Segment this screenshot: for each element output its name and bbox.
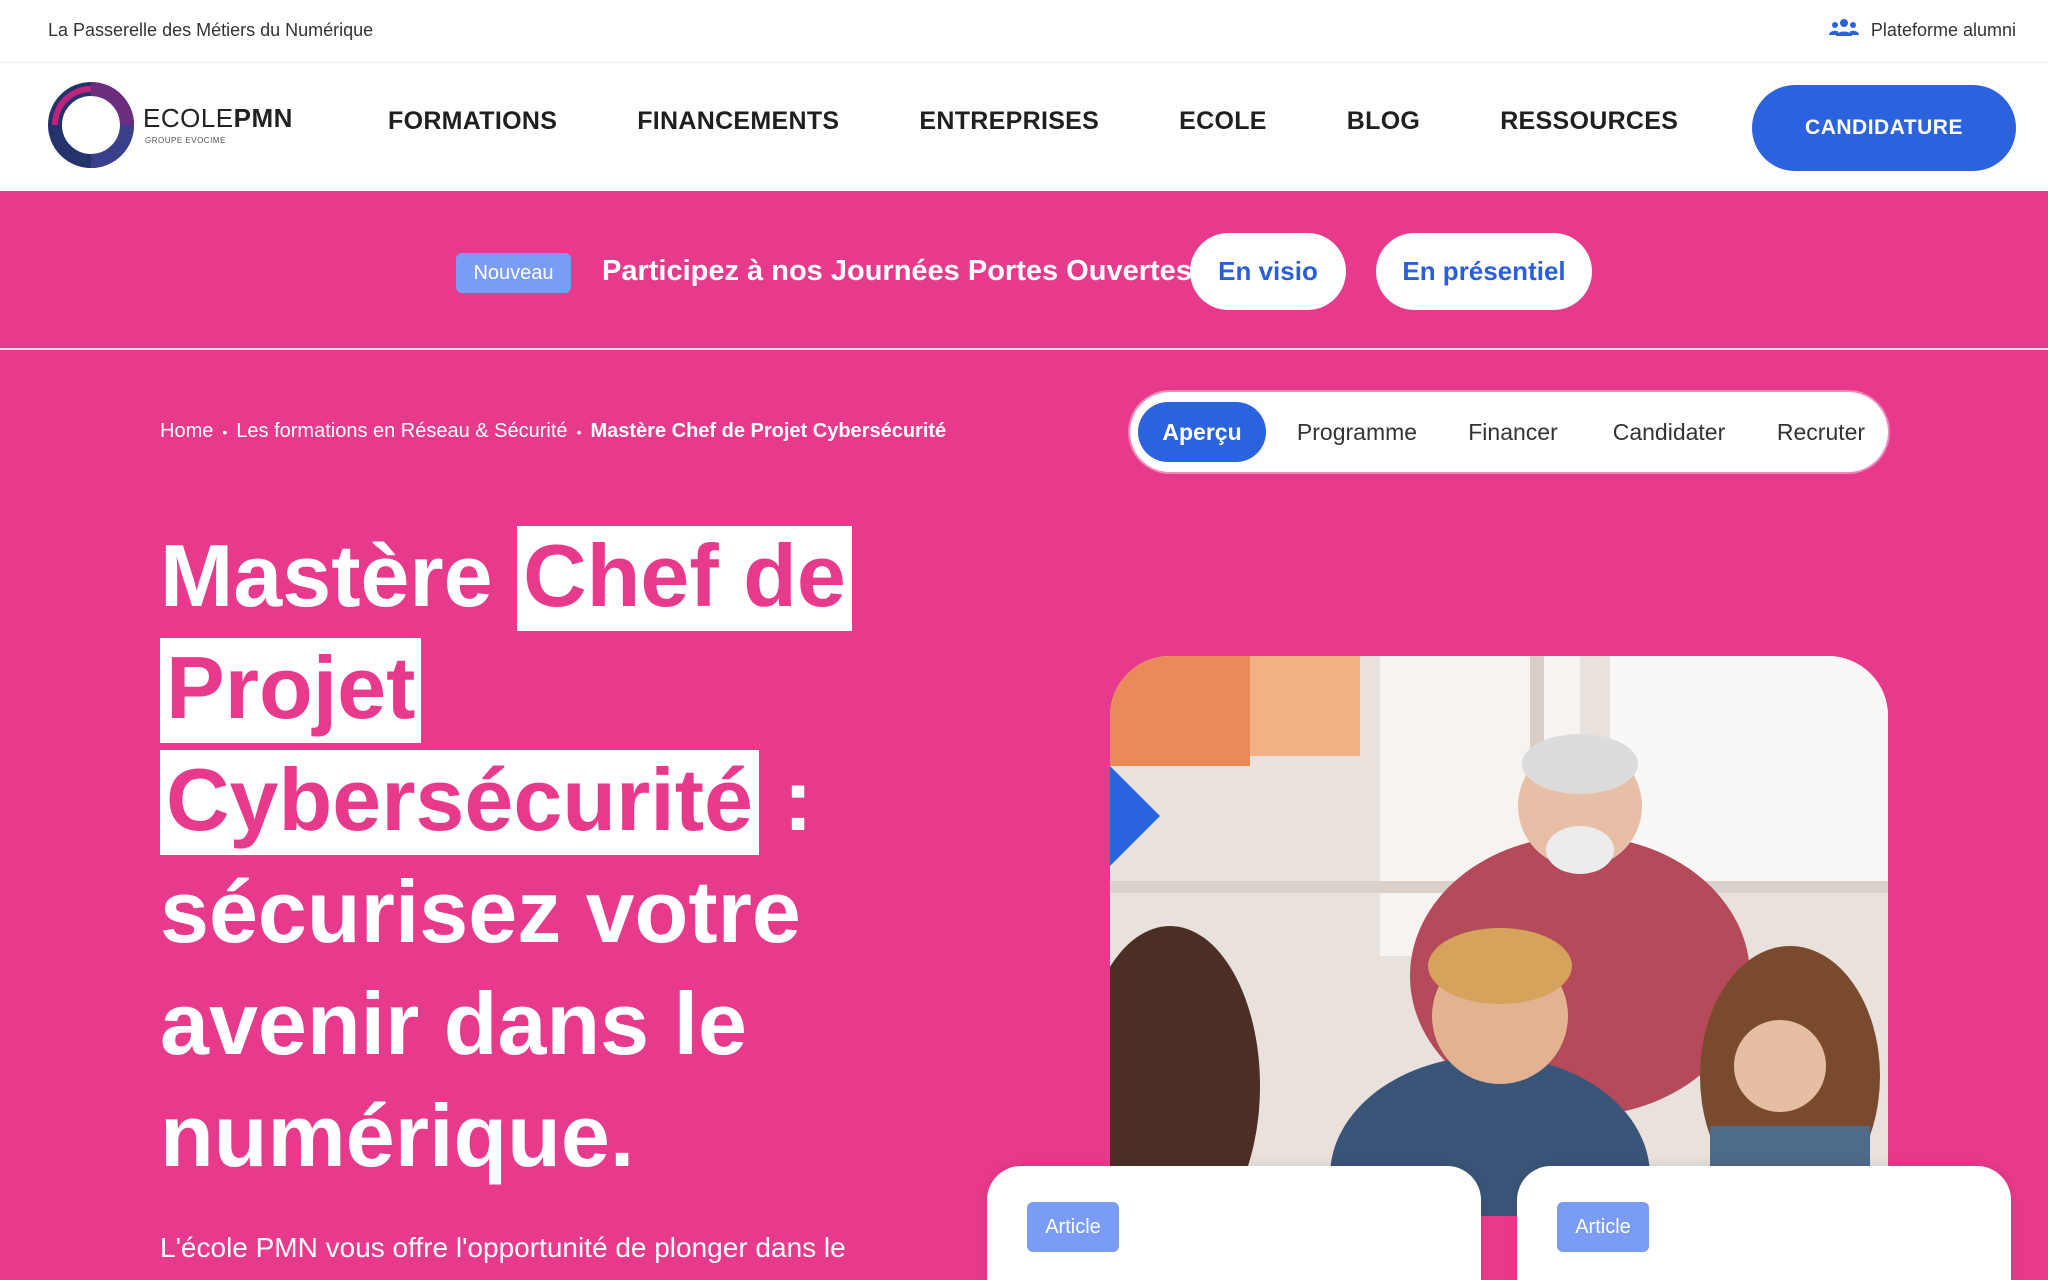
hero-description: L'école PMN vous offre l'opportunité de … <box>160 1232 846 1263</box>
nav-formations[interactable]: FORMATIONS <box>388 107 557 136</box>
breadcrumb-home[interactable]: Home <box>160 420 213 443</box>
breadcrumb: Home • Les formations en Réseau & Sécuri… <box>160 420 946 443</box>
main-header: ECOLEPMN GROUPE EVOCIME FORMATIONS FINAN… <box>0 63 2048 191</box>
nav-blog[interactable]: BLOG <box>1347 107 1420 136</box>
alumni-link[interactable]: Plateforme alumni <box>1828 18 2016 43</box>
presentiel-button[interactable]: En présentiel <box>1376 233 1592 310</box>
article-tag: Article <box>1027 1202 1119 1252</box>
article-card[interactable]: Article <box>1517 1166 2011 1280</box>
breadcrumb-category[interactable]: Les formations en Réseau & Sécurité <box>236 420 567 443</box>
main-nav: FORMATIONS FINANCEMENTS ENTREPRISES ECOL… <box>388 107 1758 136</box>
breadcrumb-separator: • <box>576 423 582 440</box>
hero-photo <box>1110 656 1888 1216</box>
visio-button[interactable]: En visio <box>1190 233 1346 310</box>
article-tag: Article <box>1557 1202 1649 1252</box>
logo-ring-icon <box>48 82 134 168</box>
candidature-button[interactable]: CANDIDATURE <box>1752 85 2016 171</box>
nav-entreprises[interactable]: ENTREPRISES <box>919 107 1099 136</box>
article-card[interactable]: Article <box>987 1166 1481 1280</box>
tab-apercu[interactable]: Aperçu <box>1138 402 1266 462</box>
section-tabs: Aperçu Programme Financer Candidater Rec… <box>1130 392 1888 472</box>
logo[interactable]: ECOLEPMN GROUPE EVOCIME <box>46 77 292 173</box>
users-icon <box>1828 18 1859 43</box>
tab-programme[interactable]: Programme <box>1282 402 1432 462</box>
breadcrumb-separator: • <box>222 423 228 440</box>
nav-financements[interactable]: FINANCEMENTS <box>637 107 839 136</box>
tab-candidater[interactable]: Candidater <box>1594 402 1744 462</box>
nav-ressources[interactable]: RESSOURCES <box>1500 107 1678 136</box>
tab-financer[interactable]: Financer <box>1448 402 1578 462</box>
logo-subtitle: GROUPE EVOCIME <box>145 136 226 145</box>
site-tagline: La Passerelle des Métiers du Numérique <box>48 20 374 40</box>
nav-ecole[interactable]: ECOLE <box>1179 107 1267 136</box>
top-bar: La Passerelle des Métiers du Numérique P… <box>0 0 2048 63</box>
alumni-label: Plateforme alumni <box>1870 20 2016 40</box>
open-days-banner: Nouveau Participez à nos Journées Portes… <box>0 191 2048 350</box>
page-title: Mastère Chef de Projet Cybersécurité : s… <box>160 520 920 1192</box>
new-badge: Nouveau <box>456 253 571 293</box>
logo-wordmark: ECOLEPMN <box>143 103 293 133</box>
open-days-text: Participez à nos Journées Portes Ouverte… <box>602 255 1192 287</box>
breadcrumb-current: Mastère Chef de Projet Cybersécurité <box>590 420 947 442</box>
tab-recruter[interactable]: Recruter <box>1760 402 1882 462</box>
